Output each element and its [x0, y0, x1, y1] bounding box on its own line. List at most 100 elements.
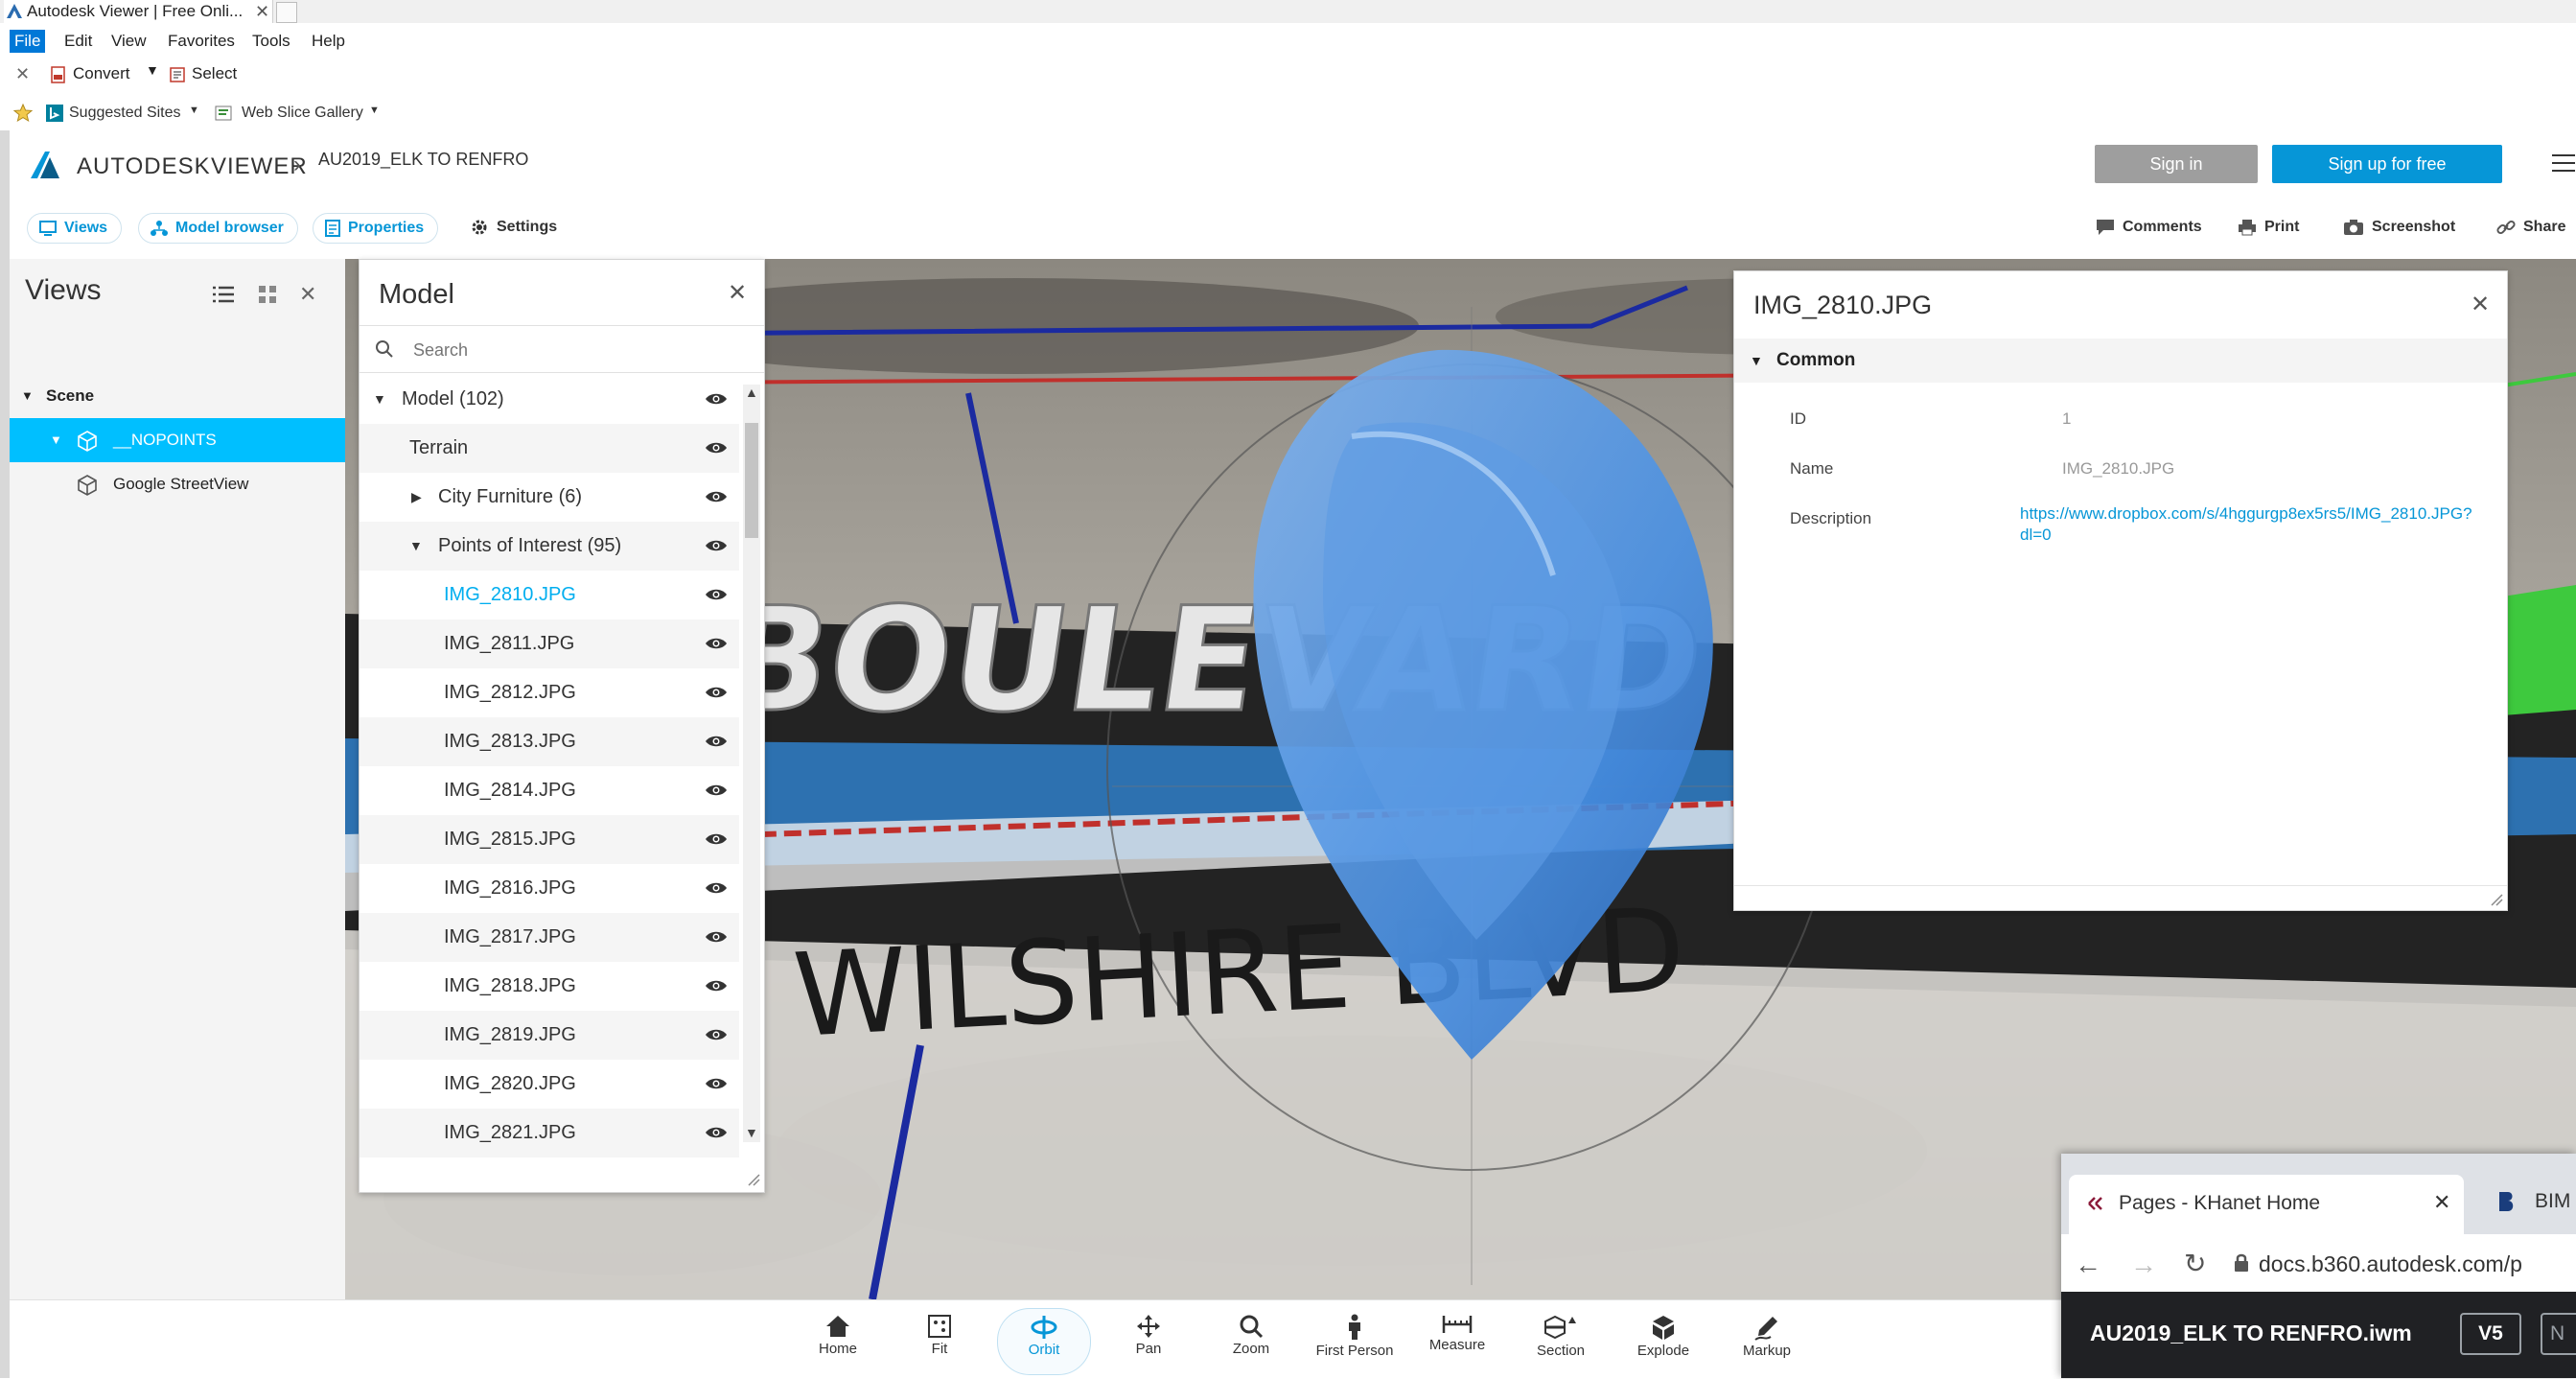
eye-icon[interactable] [705, 1126, 728, 1139]
new-tab-button[interactable] [276, 2, 297, 23]
points-of-interest-caret-icon[interactable]: ▼ [409, 522, 423, 571]
measure-tool-button[interactable]: Measure [1411, 1308, 1503, 1373]
close-command-bar-icon[interactable]: ✕ [15, 64, 30, 84]
menu-edit[interactable]: Edit [59, 30, 97, 53]
back-arrow-icon[interactable]: ← [2075, 1250, 2101, 1280]
menu-file[interactable]: File [10, 30, 46, 53]
popup-tab-khanet[interactable]: Pages - KHanet Home ✕ [2069, 1175, 2464, 1234]
share-button[interactable]: Share [2496, 213, 2565, 242]
sign-in-button[interactable]: Sign in [2095, 145, 2258, 183]
model-browser-button[interactable]: Model browser [138, 213, 298, 244]
properties-section-header[interactable]: ▼ Common [1734, 339, 2507, 383]
suggested-sites-link[interactable]: Suggested Sites [69, 105, 181, 122]
eye-icon[interactable] [705, 832, 728, 846]
screenshot-button[interactable]: Screenshot [2343, 213, 2455, 242]
select-button[interactable]: Select [192, 64, 237, 83]
tree-row-google-streetview[interactable]: Google StreetView [10, 462, 345, 506]
tree-row-image[interactable]: IMG_2810.JPG [360, 571, 739, 619]
tree-row-image[interactable]: IMG_2820.JPG [360, 1060, 739, 1109]
explode-tool-button[interactable]: Explode [1617, 1308, 1709, 1373]
tree-row-image[interactable]: IMG_2816.JPG [360, 864, 739, 913]
comments-button[interactable]: Comments [2096, 213, 2202, 242]
popup-url-text[interactable]: docs.b360.autodesk.com/p [2259, 1251, 2522, 1277]
tree-row-terrain[interactable]: Terrain [360, 424, 739, 473]
tree-row-scene[interactable]: ▼ Scene [10, 374, 345, 418]
grid-view-icon[interactable] [259, 286, 276, 303]
eye-icon[interactable] [705, 783, 728, 797]
eye-icon[interactable] [705, 637, 728, 650]
tree-row-image[interactable]: IMG_2821.JPG [360, 1109, 739, 1157]
tree-row-image[interactable]: IMG_2811.JPG [360, 619, 739, 668]
menu-tools[interactable]: Tools [247, 30, 295, 53]
zoom-tool-button[interactable]: Zoom [1205, 1308, 1297, 1373]
eye-icon[interactable] [705, 490, 728, 503]
nopoints-caret-icon[interactable]: ▼ [50, 418, 62, 462]
scene-caret-icon[interactable]: ▼ [21, 374, 34, 418]
markup-tool-button[interactable]: Markup [1721, 1308, 1813, 1373]
eye-icon[interactable] [705, 588, 728, 601]
model-scrollbar-thumb[interactable] [745, 423, 758, 538]
orbit-tool-button[interactable]: Orbit [997, 1308, 1091, 1375]
tree-row-image[interactable]: IMG_2817.JPG [360, 913, 739, 962]
close-tab-icon[interactable]: ✕ [255, 0, 269, 23]
tree-row-image[interactable]: IMG_2819.JPG [360, 1011, 739, 1060]
section-tool-button[interactable]: Section [1515, 1308, 1607, 1373]
eye-icon[interactable] [705, 881, 728, 895]
print-button[interactable]: Print [2238, 213, 2299, 242]
description-link[interactable]: https://www.dropbox.com/s/4hggurgp8ex5rs… [2020, 503, 2472, 546]
reload-icon[interactable]: ↻ [2184, 1248, 2206, 1279]
menu-favorites[interactable]: Favorites [163, 30, 240, 53]
suggested-sites-dropdown-icon[interactable]: ▼ [189, 105, 199, 116]
tree-row-nopoints[interactable]: ▼ __NOPOINTS [10, 418, 345, 462]
eye-icon[interactable] [705, 979, 728, 993]
eye-icon[interactable] [705, 1077, 728, 1090]
pan-tool-button[interactable]: Pan [1102, 1308, 1195, 1373]
close-views-panel-icon[interactable]: ✕ [299, 282, 316, 307]
tree-row-image[interactable]: IMG_2813.JPG [360, 717, 739, 766]
close-model-panel-icon[interactable]: ✕ [728, 279, 747, 307]
popup-tab2-title[interactable]: BIM [2535, 1190, 2570, 1213]
browser-tab[interactable]: Autodesk Viewer | Free Onli... ✕ [4, 0, 273, 23]
tree-row-image[interactable]: IMG_2814.JPG [360, 766, 739, 815]
eye-icon[interactable] [705, 539, 728, 552]
close-properties-panel-icon[interactable]: ✕ [2471, 291, 2490, 318]
fit-tool-button[interactable]: Fit [893, 1308, 986, 1373]
eye-icon[interactable] [705, 392, 728, 406]
popup-badge-fragment[interactable]: N [2541, 1313, 2576, 1355]
version-badge[interactable]: V5 [2460, 1313, 2521, 1355]
model-search-input[interactable] [411, 336, 731, 364]
autodesk-logo-icon[interactable] [29, 150, 61, 180]
eye-icon[interactable] [705, 441, 728, 455]
tree-row-image[interactable]: IMG_2815.JPG [360, 815, 739, 864]
eye-icon[interactable] [705, 1028, 728, 1041]
tree-row-points-of-interest[interactable]: ▼ Points of Interest (95) [360, 522, 739, 571]
eye-icon[interactable] [705, 686, 728, 699]
tree-row-image[interactable]: IMG_2812.JPG [360, 668, 739, 717]
resize-handle-icon[interactable] [747, 1173, 760, 1186]
menu-help[interactable]: Help [307, 30, 350, 53]
list-view-icon[interactable] [213, 286, 234, 303]
scroll-up-icon[interactable]: ▲ [745, 385, 758, 400]
views-button[interactable]: Views [27, 213, 123, 244]
section-caret-icon[interactable]: ▼ [1750, 339, 1763, 383]
eye-icon[interactable] [705, 735, 728, 748]
tree-row-city-furniture[interactable]: ▶ City Furniture (6) [360, 473, 739, 522]
favorites-star-icon[interactable] [13, 104, 33, 123]
web-slice-dropdown-icon[interactable]: ▼ [369, 105, 380, 116]
sign-up-button[interactable]: Sign up for free [2272, 145, 2502, 183]
menu-view[interactable]: View [106, 30, 151, 53]
first-person-tool-button[interactable]: First Person [1309, 1308, 1401, 1373]
home-tool-button[interactable]: Home [792, 1308, 884, 1373]
tree-row-model-root[interactable]: ▼ Model (102) [360, 375, 739, 424]
close-popup-tab-icon[interactable]: ✕ [2433, 1190, 2450, 1215]
city-furniture-caret-icon[interactable]: ▶ [411, 473, 422, 522]
settings-button[interactable]: Settings [470, 213, 557, 242]
resize-handle-icon[interactable] [2490, 893, 2503, 906]
hamburger-menu-icon[interactable] [2552, 153, 2575, 173]
convert-dropdown-icon[interactable]: ▼ [146, 62, 159, 78]
properties-button[interactable]: Properties [313, 213, 439, 244]
tree-row-image[interactable]: IMG_2818.JPG [360, 962, 739, 1011]
scroll-down-icon[interactable]: ▼ [745, 1125, 758, 1140]
forward-arrow-icon[interactable]: → [2130, 1250, 2157, 1280]
eye-icon[interactable] [705, 930, 728, 944]
